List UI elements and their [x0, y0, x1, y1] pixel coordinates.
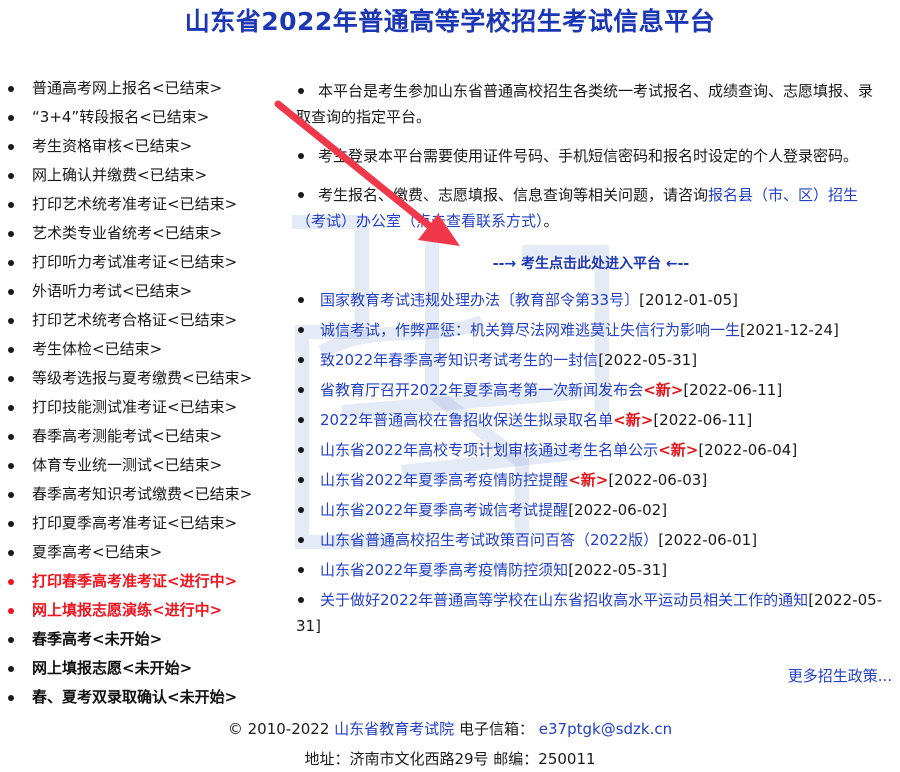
email-link[interactable]: e37ptgk@sdzk.cn — [539, 720, 672, 738]
news-date: [2022-06-04] — [698, 441, 798, 459]
org-link[interactable]: 山东省教育考试院 — [334, 720, 454, 738]
menu-item-link[interactable]: 打印听力考试准考证<已结束> — [32, 253, 237, 271]
news-item: 诚信考试，作弊严惩：机关算尽法网难逃莫让失信行为影响一生[2021-12-24] — [296, 317, 886, 343]
news-link[interactable]: 2022年普通高校在鲁招收保送生拟录取名单 — [320, 411, 613, 429]
menu-item[interactable]: 打印艺术统考合格证<已结束> — [8, 306, 252, 335]
menu-item[interactable]: 夏季高考<已结束> — [8, 538, 252, 567]
menu-item-pending[interactable]: 网上填报志愿<未开始> — [8, 654, 252, 683]
page-title: 山东省2022年普通高等学校招生考试信息平台 — [184, 7, 716, 36]
more-policies-link[interactable]: 更多招生政策... — [788, 665, 892, 686]
news-date: [2022-06-02] — [568, 501, 668, 519]
news-link[interactable]: 关于做好2022年普通高等学校在山东省招收高水平运动员相关工作的通知 — [320, 591, 808, 609]
menu-item-link[interactable]: 春、夏考双录取确认<未开始> — [32, 688, 237, 706]
news-list: 国家教育考试违规处理办法〔教育部令第33号〕[2012-01-05] 诚信考试，… — [296, 287, 886, 643]
news-date: [2012-01-05] — [639, 291, 738, 309]
news-item: 2022年普通高校在鲁招收保送生拟录取名单<新>[2022-06-11] — [296, 407, 886, 433]
menu-item-link[interactable]: 春季高考知识考试缴费<已结束> — [32, 485, 252, 503]
menu-item-link[interactable]: 普通高考网上报名<已结束> — [32, 79, 222, 97]
menu-item-link[interactable]: “3+4”转段报名<已结束> — [32, 108, 209, 126]
enter-platform-link[interactable]: --→ 考生点击此处进入平台 ←-- — [296, 253, 886, 273]
menu-item[interactable]: “3+4”转段报名<已结束> — [8, 103, 252, 132]
menu-item-link[interactable]: 打印春季高考准考证<进行中> — [32, 572, 237, 590]
news-date: [2022-06-01] — [658, 531, 758, 549]
news-date: [2022-05-31] — [568, 561, 668, 579]
news-link[interactable]: 致2022年春季高考知识考试考生的一封信 — [320, 351, 598, 369]
news-date: [2021-12-24] — [740, 321, 839, 339]
menu-item-active[interactable]: 打印春季高考准考证<进行中> — [8, 567, 252, 596]
new-badge: <新> — [643, 381, 684, 399]
news-link[interactable]: 山东省普通高校招生考试政策百问百答（2022版） — [320, 531, 658, 549]
menu-item-pending[interactable]: 春季高考<未开始> — [8, 625, 252, 654]
menu-item-link[interactable]: 打印艺术统考准考证<已结束> — [32, 195, 237, 213]
news-item: 山东省2022年夏季高考疫情防控须知[2022-05-31] — [296, 557, 886, 583]
news-date: [2022-06-11] — [683, 381, 783, 399]
intro-notes: 本平台是考生参加山东省普通高校招生各类统一考试报名、成绩查询、志愿填报、录取查询… — [296, 78, 886, 247]
menu-item-link[interactable]: 打印夏季高考准考证<已结束> — [32, 514, 237, 532]
footer-copyright: © 2010-2022 山东省教育考试院 电子信箱： e37ptgk@sdzk.… — [0, 718, 900, 739]
new-badge: <新> — [568, 471, 609, 489]
menu-item[interactable]: 普通高考网上报名<已结束> — [8, 74, 252, 103]
menu-item[interactable]: 等级考选报与夏考缴费<已结束> — [8, 364, 252, 393]
menu-item-link[interactable]: 考生资格审核<已结束> — [32, 137, 192, 155]
menu-item-link[interactable]: 网上确认并缴费<已结束> — [32, 166, 207, 184]
news-date: [2022-05-31] — [598, 351, 698, 369]
news-item: 致2022年春季高考知识考试考生的一封信[2022-05-31] — [296, 347, 886, 373]
news-item: 山东省2022年夏季高考疫情防控提醒<新>[2022-06-03] — [296, 467, 886, 493]
menu-item-link[interactable]: 春季高考<未开始> — [32, 630, 162, 648]
footer-address: 地址：济南市文化西路29号 邮编：250011 — [304, 750, 596, 768]
menu-item[interactable]: 网上确认并缴费<已结束> — [8, 161, 252, 190]
news-link[interactable]: 山东省2022年高校专项计划审核通过考生名单公示 — [320, 441, 658, 459]
intro-note: 考生登录本平台需要使用证件号码、手机短信密码和报名时设定的个人登录密码。 — [296, 143, 886, 169]
news-item: 山东省2022年夏季高考诚信考试提醒[2022-06-02] — [296, 497, 886, 523]
intro-note: 本平台是考生参加山东省普通高校招生各类统一考试报名、成绩查询、志愿填报、录取查询… — [296, 78, 886, 130]
intro-note: 考生报名、缴费、志愿填报、信息查询等相关问题，请咨询报名县（市、区）招生（考试）… — [296, 182, 886, 234]
menu-item[interactable]: 考生资格审核<已结束> — [8, 132, 252, 161]
news-item: 国家教育考试违规处理办法〔教育部令第33号〕[2012-01-05] — [296, 287, 886, 313]
menu-item[interactable]: 体育专业统一测试<已结束> — [8, 451, 252, 480]
menu-item-link[interactable]: 打印艺术统考合格证<已结束> — [32, 311, 237, 329]
menu-item-link[interactable]: 外语听力考试<已结束> — [32, 282, 192, 300]
news-item: 省教育厅召开2022年夏季高考第一次新闻发布会<新>[2022-06-11] — [296, 377, 886, 403]
process-menu: 普通高考网上报名<已结束> “3+4”转段报名<已结束> 考生资格审核<已结束>… — [8, 74, 252, 712]
email-label: 电子信箱： — [458, 720, 534, 738]
menu-item[interactable]: 打印听力考试准考证<已结束> — [8, 248, 252, 277]
news-date: [2022-06-03] — [608, 471, 708, 489]
new-badge: <新> — [613, 411, 654, 429]
menu-item-link[interactable]: 打印技能测试准考证<已结束> — [32, 398, 237, 416]
menu-item-pending[interactable]: 春、夏考双录取确认<未开始> — [8, 683, 252, 712]
menu-item-link[interactable]: 等级考选报与夏考缴费<已结束> — [32, 369, 252, 387]
news-item: 山东省普通高校招生考试政策百问百答（2022版）[2022-06-01] — [296, 527, 886, 553]
menu-item-link[interactable]: 体育专业统一测试<已结束> — [32, 456, 222, 474]
menu-item-link[interactable]: 艺术类专业省统考<已结束> — [32, 224, 222, 242]
menu-item-link[interactable]: 考生体检<已结束> — [32, 340, 162, 358]
news-item: 关于做好2022年普通高等学校在山东省招收高水平运动员相关工作的通知[2022-… — [296, 587, 886, 639]
menu-item[interactable]: 外语听力考试<已结束> — [8, 277, 252, 306]
intro-note-end: 。 — [543, 212, 559, 230]
news-link[interactable]: 诚信考试，作弊严惩：机关算尽法网难逃莫让失信行为影响一生 — [320, 321, 740, 339]
menu-item-link[interactable]: 网上填报志愿演练<进行中> — [32, 601, 222, 619]
news-date: [2022-06-11] — [653, 411, 753, 429]
copyright-text: © 2010-2022 — [227, 720, 330, 738]
menu-item[interactable]: 打印技能测试准考证<已结束> — [8, 393, 252, 422]
menu-item[interactable]: 打印艺术统考准考证<已结束> — [8, 190, 252, 219]
news-link[interactable]: 国家教育考试违规处理办法〔教育部令第33号〕 — [320, 291, 639, 309]
menu-item[interactable]: 考生体检<已结束> — [8, 335, 252, 364]
news-link[interactable]: 山东省2022年夏季高考疫情防控须知 — [320, 561, 568, 579]
news-link[interactable]: 山东省2022年夏季高考诚信考试提醒 — [320, 501, 568, 519]
new-badge: <新> — [658, 441, 699, 459]
news-item: 山东省2022年高校专项计划审核通过考生名单公示<新>[2022-06-04] — [296, 437, 886, 463]
menu-item-link[interactable]: 夏季高考<已结束> — [32, 543, 162, 561]
menu-item[interactable]: 春季高考测能考试<已结束> — [8, 422, 252, 451]
intro-note-text: 考生报名、缴费、志愿填报、信息查询等相关问题，请咨询 — [318, 186, 709, 204]
menu-item[interactable]: 打印夏季高考准考证<已结束> — [8, 509, 252, 538]
menu-item-active[interactable]: 网上填报志愿演练<进行中> — [8, 596, 252, 625]
menu-item-link[interactable]: 春季高考测能考试<已结束> — [32, 427, 222, 445]
news-link[interactable]: 省教育厅召开2022年夏季高考第一次新闻发布会 — [320, 381, 643, 399]
menu-item[interactable]: 艺术类专业省统考<已结束> — [8, 219, 252, 248]
menu-item[interactable]: 春季高考知识考试缴费<已结束> — [8, 480, 252, 509]
news-link[interactable]: 山东省2022年夏季高考疫情防控提醒 — [320, 471, 568, 489]
menu-item-link[interactable]: 网上填报志愿<未开始> — [32, 659, 192, 677]
